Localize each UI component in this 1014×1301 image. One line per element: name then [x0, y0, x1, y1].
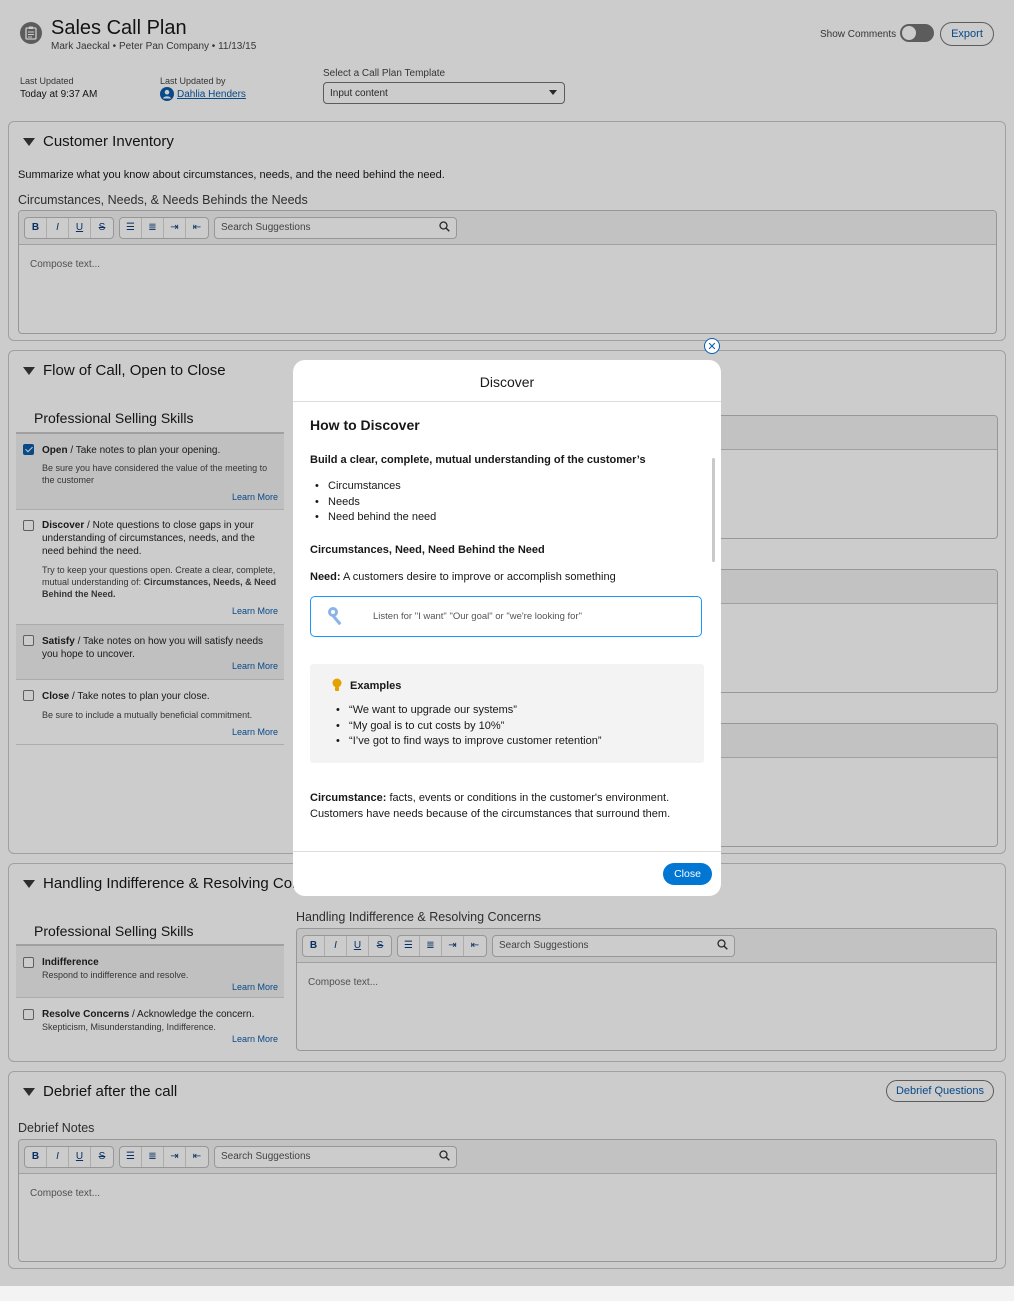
examples-title: Examples	[350, 680, 402, 692]
example-item: • “I’ve got to find ways to improve cust…	[336, 735, 602, 747]
modal-close-button[interactable]: Close	[663, 863, 712, 885]
bullet-item: • Need behind the need	[315, 511, 437, 523]
key-icon	[325, 605, 349, 634]
bullet-item: • Circumstances	[315, 480, 401, 492]
page: Sales Call Plan Mark Jaeckal • Peter Pan…	[0, 0, 1014, 1301]
examples-box: Examples • “We want to upgrade our syste…	[310, 664, 704, 763]
modal-scrollbar[interactable]	[712, 458, 715, 562]
examples-list: • “We want to upgrade our systems” • “My…	[336, 703, 602, 750]
example-item: • “My goal is to cut costs by 10%”	[336, 719, 505, 732]
listen-for-text: Listen for "I want" "Our goal" or "we're…	[373, 611, 582, 622]
modal-title: Discover	[479, 374, 535, 390]
modal-subheading: Circumstances, Need, Need Behind the Nee…	[310, 544, 545, 556]
modal-need: Need: A customers desire to improve or a…	[310, 571, 616, 583]
modal-intro: Build a clear, complete, mutual understa…	[310, 454, 646, 466]
modal-heading: How to Discover	[310, 417, 420, 433]
discover-modal: Discover How to Discover Build a clear, …	[293, 360, 721, 896]
bullet-item: • Needs	[315, 495, 360, 508]
page-bottom-strip	[0, 1286, 1014, 1301]
example-item: • “We want to upgrade our systems”	[336, 704, 517, 716]
modal-footer-divider	[293, 851, 721, 852]
modal-bullets: • Circumstances • Needs • Need behind th…	[315, 479, 436, 526]
lightbulb-icon	[332, 678, 342, 697]
modal-circumstance: Circumstance: facts, events or condition…	[310, 792, 671, 820]
modal-header-divider	[293, 401, 721, 402]
listen-for-box: Listen for "I want" "Our goal" or "we're…	[310, 596, 702, 637]
modal-close-icon[interactable]: ✕	[704, 338, 720, 354]
